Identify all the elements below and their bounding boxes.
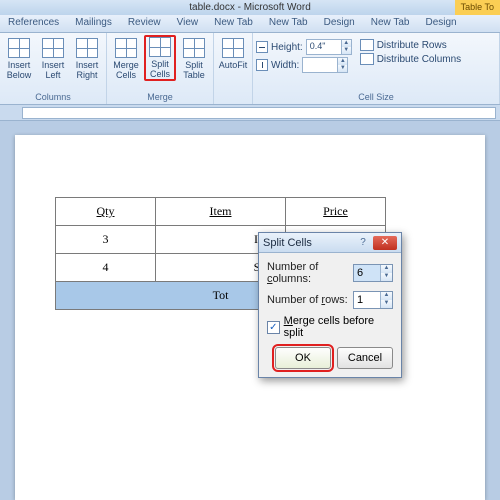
cancel-button[interactable]: Cancel: [337, 347, 393, 369]
header-price[interactable]: Price: [286, 198, 386, 226]
window-title: table.docx - Microsoft Word: [189, 2, 311, 13]
merge-cells-button[interactable]: Merge Cells: [110, 35, 142, 81]
tab-new2[interactable]: New Tab: [261, 15, 316, 32]
spin-down-icon[interactable]: ▼: [341, 47, 351, 54]
tab-mailings[interactable]: Mailings: [67, 15, 120, 32]
height-input[interactable]: 0.4"▲▼: [306, 39, 352, 55]
ribbon-tabs: References Mailings Review View New Tab …: [0, 15, 500, 33]
autofit-icon: [222, 38, 244, 58]
height-label: Height:: [271, 42, 303, 53]
table-header-row[interactable]: Qty Item Price: [56, 198, 386, 226]
columns-input[interactable]: [354, 265, 380, 281]
width-input[interactable]: ▲▼: [302, 57, 348, 73]
group-cell-size: Height: 0.4"▲▼ Width: ▲▼ Distribute Rows…: [253, 33, 500, 104]
spin-up-icon[interactable]: ▲: [337, 58, 347, 65]
help-icon[interactable]: ?: [355, 236, 371, 250]
rows-input[interactable]: [354, 292, 380, 308]
split-cells-button[interactable]: Split Cells: [144, 35, 176, 81]
tab-review[interactable]: Review: [120, 15, 169, 32]
page[interactable]: Qty Item Price 3 Ice cr 4 Sham Tot: [15, 135, 485, 500]
group-merge: Merge Cells Split Cells Split Table Merg…: [107, 33, 214, 104]
tab-references[interactable]: References: [0, 15, 67, 32]
tab-new3[interactable]: New Tab: [363, 15, 418, 32]
merge-before-checkbox[interactable]: ✓ Merge cells before split: [267, 315, 393, 339]
merge-before-label: Merge cells before split: [284, 315, 393, 339]
dialog-title: Split Cells: [263, 237, 355, 249]
spin-up-icon[interactable]: ▲: [380, 292, 392, 300]
title-bar: table.docx - Microsoft Word Table To: [0, 0, 500, 15]
contextual-tab-label: Table To: [455, 0, 500, 15]
insert-left-button[interactable]: Insert Left: [37, 35, 69, 81]
ribbon: Insert Below Insert Left Insert Right Co…: [0, 33, 500, 105]
spin-down-icon[interactable]: ▼: [337, 65, 347, 72]
rows-stepper[interactable]: ▲▼: [353, 291, 393, 309]
insert-below-icon: [8, 38, 30, 58]
autofit-button[interactable]: AutoFit: [217, 35, 249, 71]
group-label: Merge: [110, 91, 210, 104]
ruler-bar: [0, 105, 500, 121]
distribute-cols-icon: [360, 53, 374, 65]
rows-label: Number of rows:: [267, 294, 349, 306]
split-table-icon: [183, 38, 205, 58]
columns-label: Number of columns:: [267, 261, 349, 285]
insert-below-button[interactable]: Insert Below: [3, 35, 35, 81]
columns-stepper[interactable]: ▲▼: [353, 264, 393, 282]
tab-design1[interactable]: Design: [316, 15, 363, 32]
insert-right-icon: [76, 38, 98, 58]
width-label: Width:: [271, 60, 299, 71]
insert-right-button[interactable]: Insert Right: [71, 35, 103, 81]
split-cells-dialog: Split Cells ? ✕ Number of columns: ▲▼ Nu…: [258, 232, 402, 378]
spin-down-icon[interactable]: ▼: [380, 273, 392, 281]
group-label: Columns: [3, 91, 103, 104]
tab-view[interactable]: View: [169, 15, 207, 32]
split-cells-icon: [149, 37, 171, 57]
height-icon: [256, 41, 268, 53]
tab-design2[interactable]: Design: [417, 15, 464, 32]
group-label: Cell Size: [256, 91, 496, 104]
spin-up-icon[interactable]: ▲: [341, 40, 351, 47]
group-rows-columns: Insert Below Insert Left Insert Right Co…: [0, 33, 107, 104]
close-icon[interactable]: ✕: [373, 236, 397, 250]
group-autofit: AutoFit: [214, 33, 253, 104]
tab-new1[interactable]: New Tab: [206, 15, 261, 32]
merge-cells-icon: [115, 38, 137, 58]
dialog-titlebar[interactable]: Split Cells ? ✕: [259, 233, 401, 253]
distribute-rows-button[interactable]: Distribute Rows: [360, 39, 461, 51]
header-item[interactable]: Item: [156, 198, 286, 226]
header-qty[interactable]: Qty: [56, 198, 156, 226]
distribute-columns-button[interactable]: Distribute Columns: [360, 53, 461, 65]
ok-button[interactable]: OK: [275, 347, 331, 369]
document-area: Qty Item Price 3 Ice cr 4 Sham Tot: [0, 121, 500, 500]
horizontal-ruler[interactable]: [22, 107, 496, 119]
split-table-button[interactable]: Split Table: [178, 35, 210, 81]
group-label: [217, 91, 249, 104]
checkbox-icon: ✓: [267, 321, 280, 334]
width-icon: [256, 59, 268, 71]
spin-down-icon[interactable]: ▼: [380, 300, 392, 308]
insert-left-icon: [42, 38, 64, 58]
distribute-rows-icon: [360, 39, 374, 51]
spin-up-icon[interactable]: ▲: [380, 265, 392, 273]
